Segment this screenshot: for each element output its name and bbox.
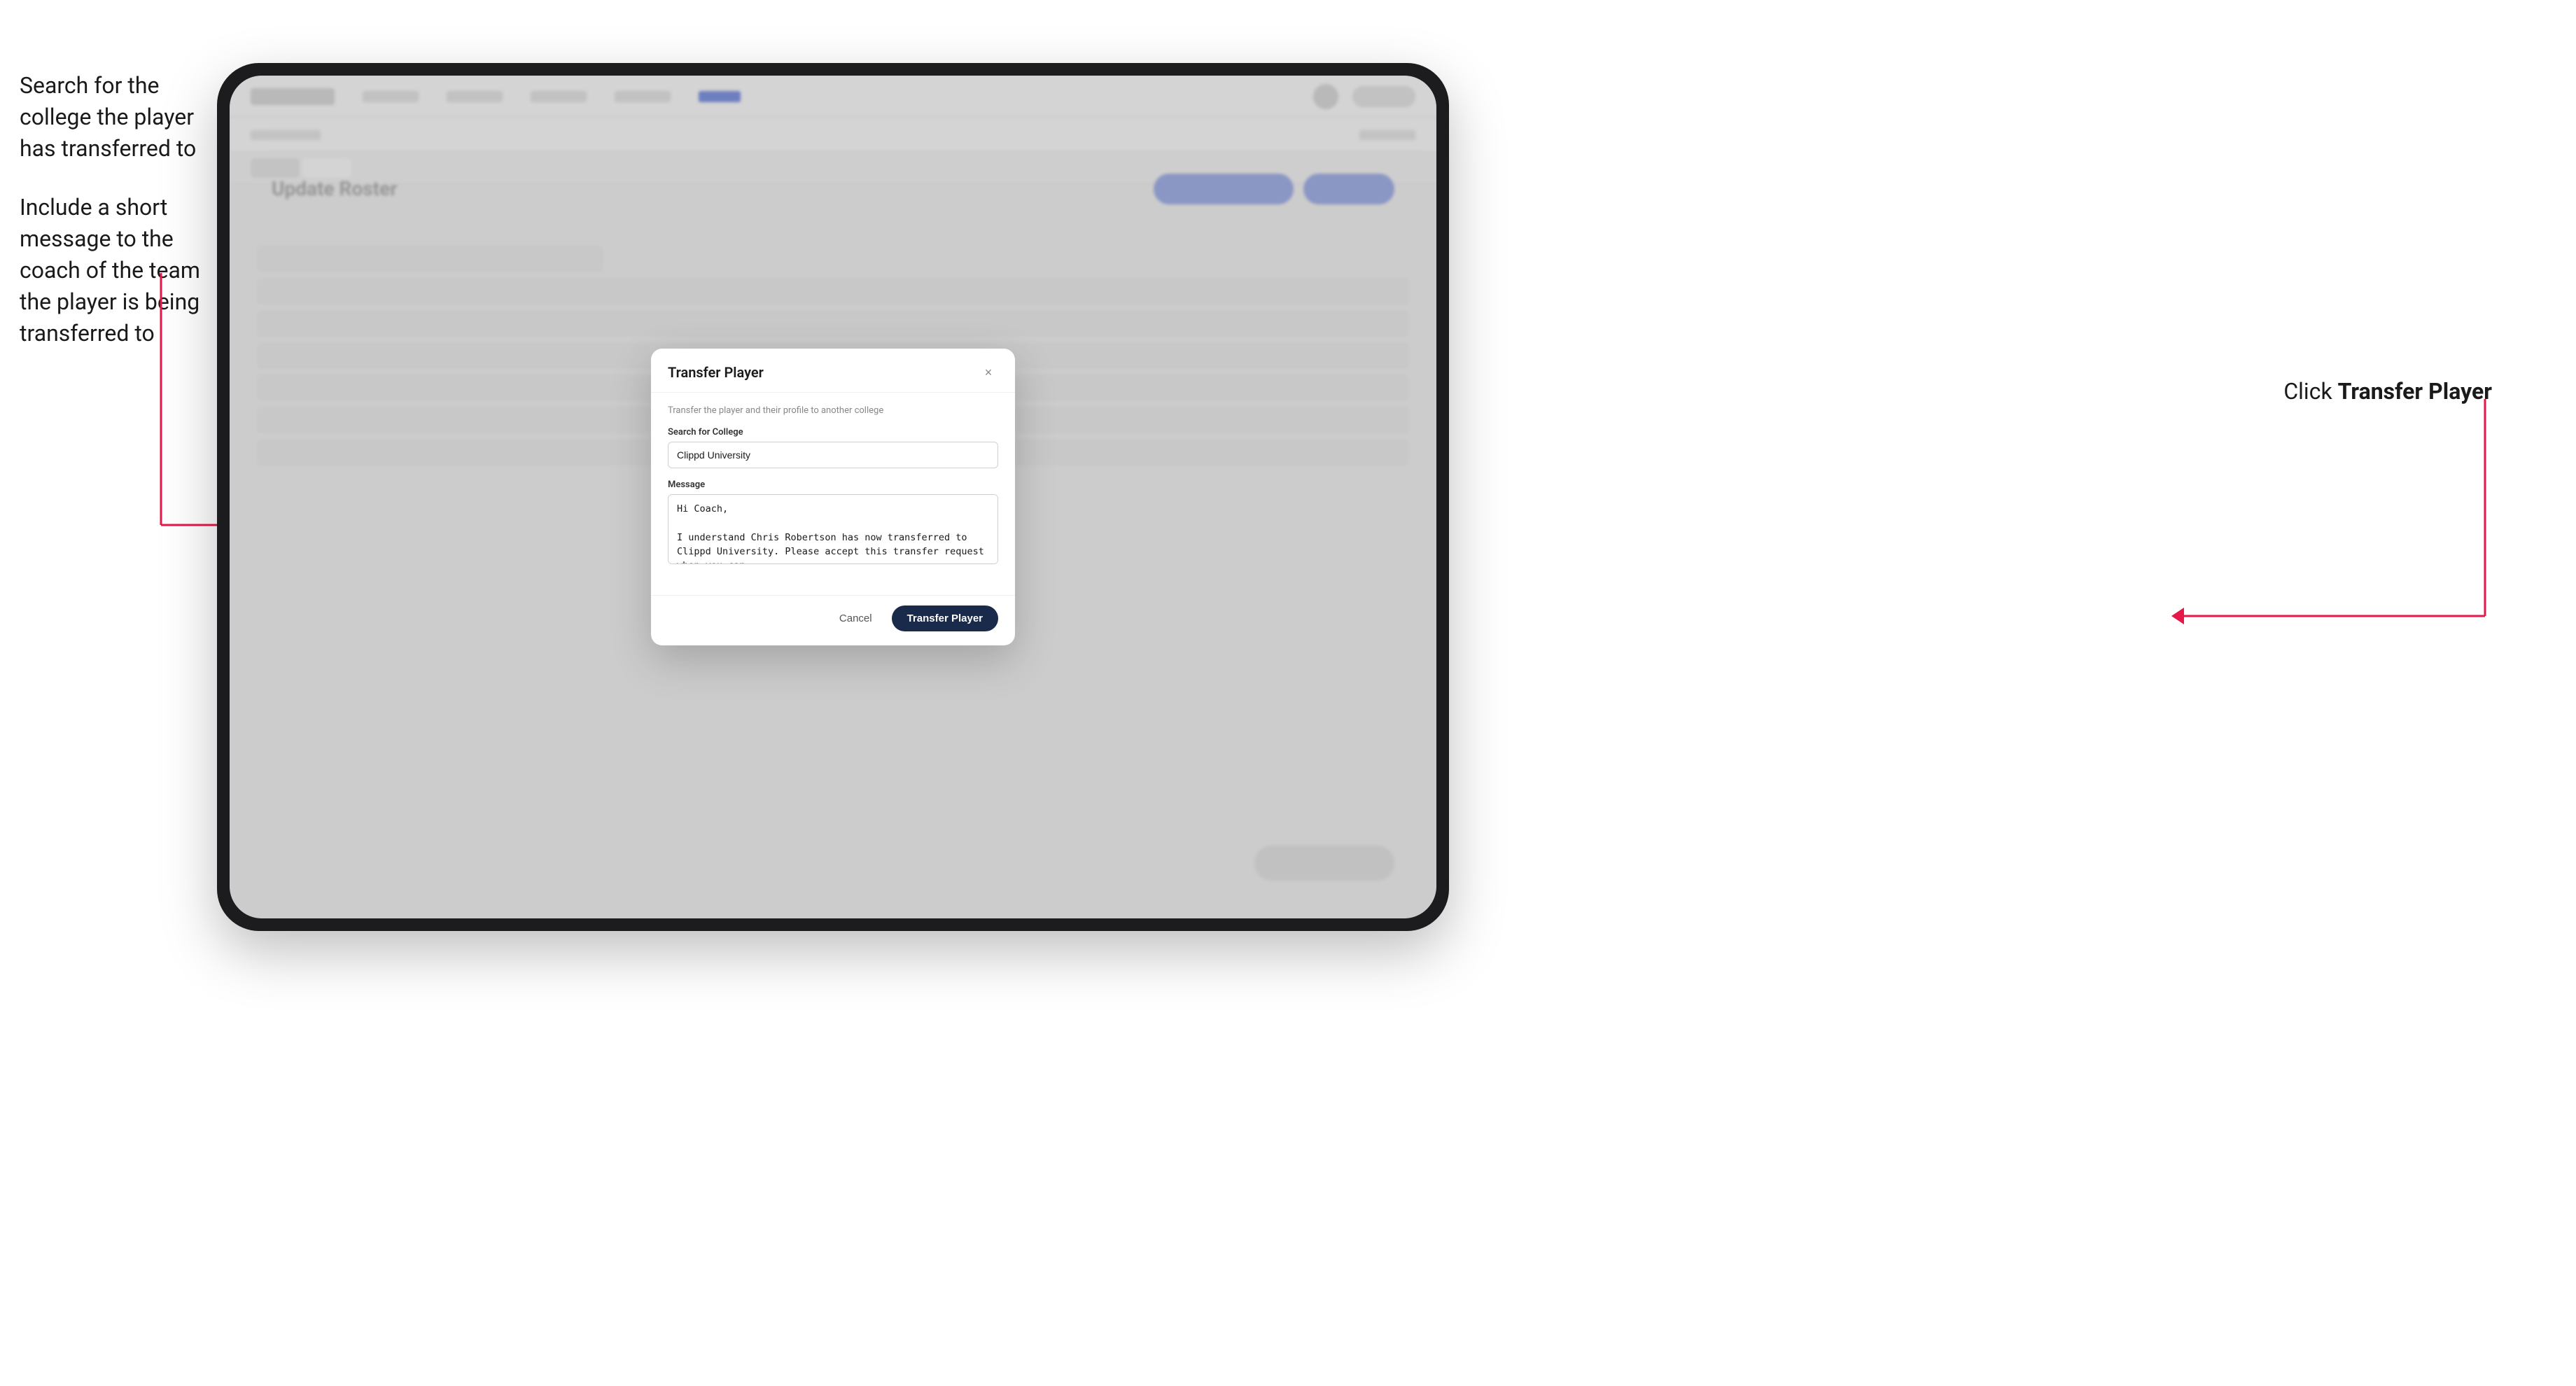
search-college-input[interactable] xyxy=(668,442,998,468)
search-college-group: Search for College xyxy=(668,427,998,468)
annotation-text-1: Search for the college the player has tr… xyxy=(20,70,216,164)
search-college-label: Search for College xyxy=(668,427,998,438)
modal-header: Transfer Player × xyxy=(651,349,1015,393)
modal-close-button[interactable]: × xyxy=(979,363,998,382)
message-textarea[interactable]: Hi Coach, I understand Chris Robertson h… xyxy=(668,494,998,564)
modal-dialog: Transfer Player × Transfer the player an… xyxy=(651,349,1015,645)
tablet-screen: Update Roster xyxy=(230,76,1436,918)
modal-overlay: Transfer Player × Transfer the player an… xyxy=(230,76,1436,918)
message-group: Message Hi Coach, I understand Chris Rob… xyxy=(668,479,998,567)
modal-body: Transfer the player and their profile to… xyxy=(651,393,1015,595)
right-arrow xyxy=(1876,399,2506,679)
tablet-device: Update Roster xyxy=(217,63,1449,931)
modal-footer: Cancel Transfer Player xyxy=(651,595,1015,645)
message-label: Message xyxy=(668,479,998,490)
transfer-player-button[interactable]: Transfer Player xyxy=(892,606,998,631)
modal-subtitle: Transfer the player and their profile to… xyxy=(668,405,998,416)
modal-title: Transfer Player xyxy=(668,364,764,381)
cancel-button[interactable]: Cancel xyxy=(828,607,883,630)
